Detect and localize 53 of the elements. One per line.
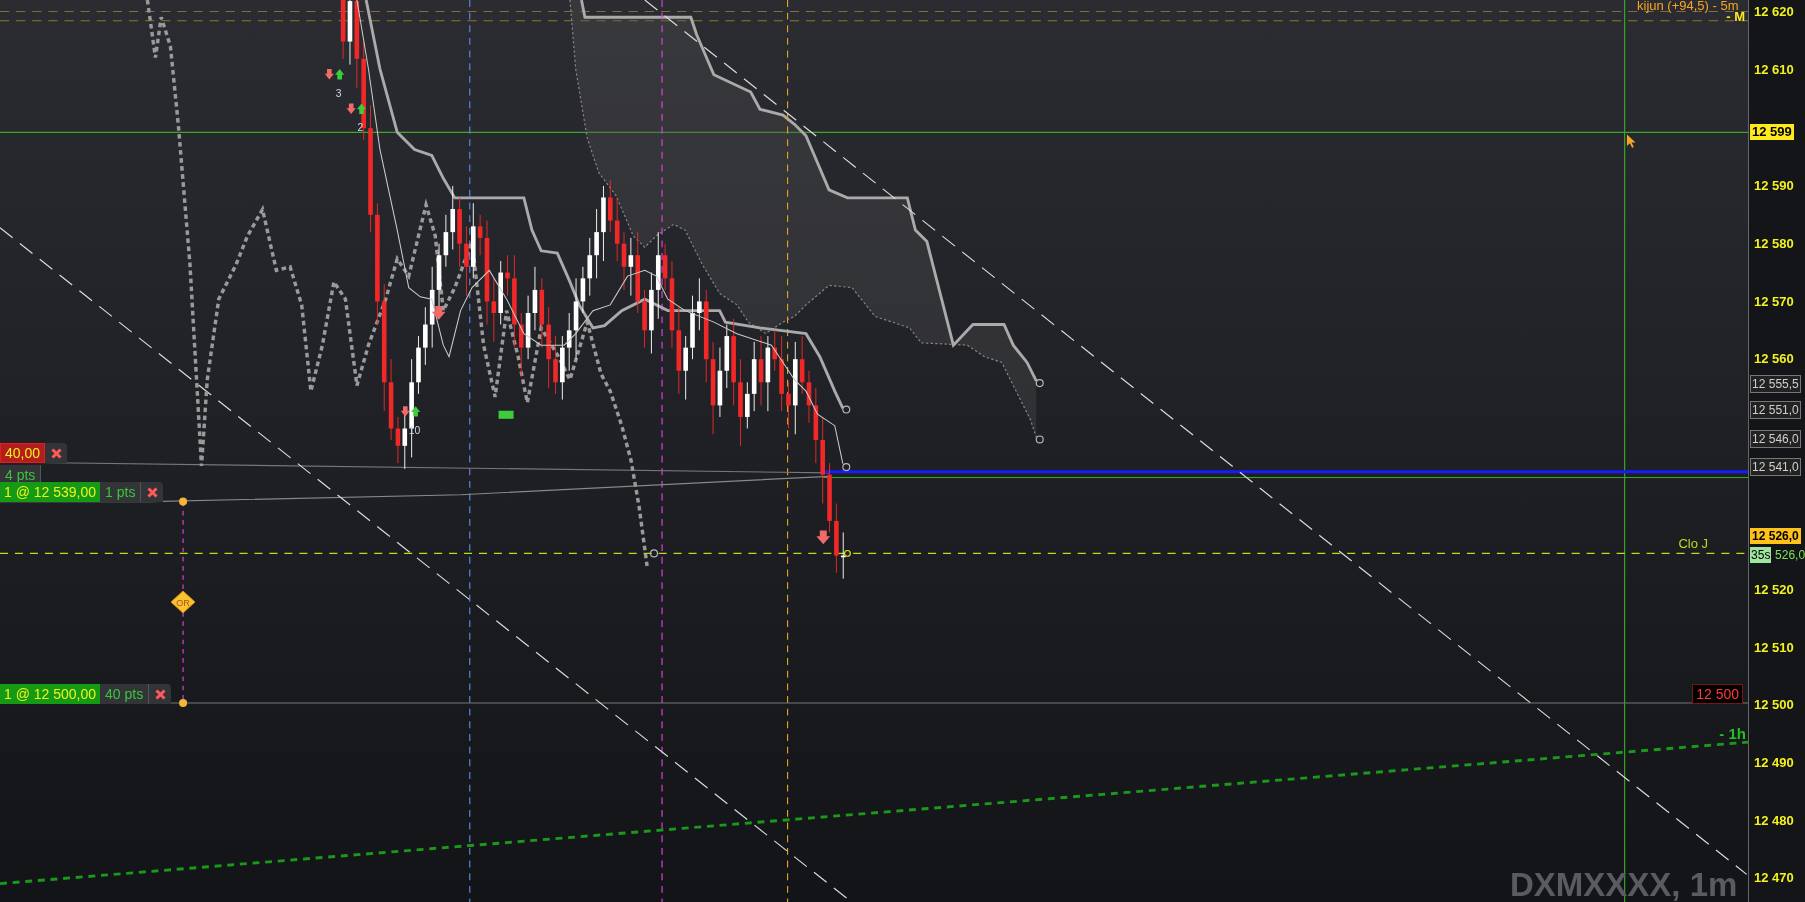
signal-count-label: 3 xyxy=(335,87,342,99)
price-tick-label: 12 620 xyxy=(1753,4,1795,20)
close-icon xyxy=(146,486,158,498)
price-tick-label: 12 610 xyxy=(1753,62,1795,78)
points-label: 4 pts xyxy=(0,465,42,485)
alert-marker[interactable]: OR xyxy=(170,590,196,614)
price-tick-label: 12 570 xyxy=(1753,294,1795,310)
line-end-icon xyxy=(1035,379,1044,388)
line-end-icon xyxy=(842,463,851,472)
down-arrow-icon xyxy=(431,306,446,320)
price-tick-label: 12 480 xyxy=(1753,813,1795,829)
price-level-label: 12 546,0 xyxy=(1750,430,1801,448)
price-level-label: 12 541,0 xyxy=(1750,458,1801,476)
order-price-label[interactable]: 40,00 xyxy=(0,443,46,463)
signal-arrows-icon xyxy=(324,69,345,80)
line-end-icon xyxy=(1035,435,1044,444)
close-button[interactable] xyxy=(141,482,164,502)
timeframe-label: - 1h xyxy=(1719,725,1747,742)
signal-arrows-icon xyxy=(400,406,421,417)
close-icon xyxy=(50,447,62,459)
price-tick-label: 12 490 xyxy=(1753,755,1795,771)
close-level-label: Clo J xyxy=(1678,536,1709,551)
bar-timer-label: 35s xyxy=(1750,547,1772,563)
signal-count-label: 2 xyxy=(357,122,364,134)
close-button[interactable] xyxy=(45,443,68,463)
order-price-label[interactable]: 1 @ 12 539,00 xyxy=(0,482,101,502)
points-label: 1 pts xyxy=(100,482,142,502)
line-end-icon xyxy=(842,405,851,414)
price-dot-icon xyxy=(844,549,851,557)
close-button[interactable] xyxy=(149,684,172,704)
cursor-icon xyxy=(1626,134,1636,148)
price-tick-label: 12 520 xyxy=(1753,582,1795,598)
points-label: 40 pts xyxy=(100,684,150,704)
last-price-label: 12 526,0 xyxy=(1750,528,1801,544)
order-handle-icon[interactable] xyxy=(179,497,188,506)
order-handle-icon[interactable] xyxy=(179,698,188,707)
price-tick-label: 12 470 xyxy=(1753,870,1795,886)
price-tick-label: 12 510 xyxy=(1753,640,1795,656)
crosshair-price-label: 12 599 xyxy=(1750,124,1794,140)
order-price-label[interactable]: 1 @ 12 500,00 xyxy=(0,684,101,704)
price-level-label: 12 551,0 xyxy=(1750,401,1801,419)
price-label: 526,0 xyxy=(1775,547,1805,563)
price-tick-label: 12 560 xyxy=(1753,351,1795,367)
signal-arrows-icon xyxy=(346,103,367,114)
price-tick-label: 12 580 xyxy=(1753,236,1795,252)
down-arrow-icon xyxy=(816,530,831,545)
price-tick-label: 12 590 xyxy=(1753,178,1795,194)
signal-marker-icon xyxy=(498,410,514,419)
price-level-tag: 12 500 xyxy=(1692,684,1744,704)
price-tick-label: 12 500 xyxy=(1753,697,1795,713)
close-icon xyxy=(154,688,166,700)
line-end-icon xyxy=(649,549,659,558)
price-level-label: 12 555,5 xyxy=(1750,375,1801,393)
